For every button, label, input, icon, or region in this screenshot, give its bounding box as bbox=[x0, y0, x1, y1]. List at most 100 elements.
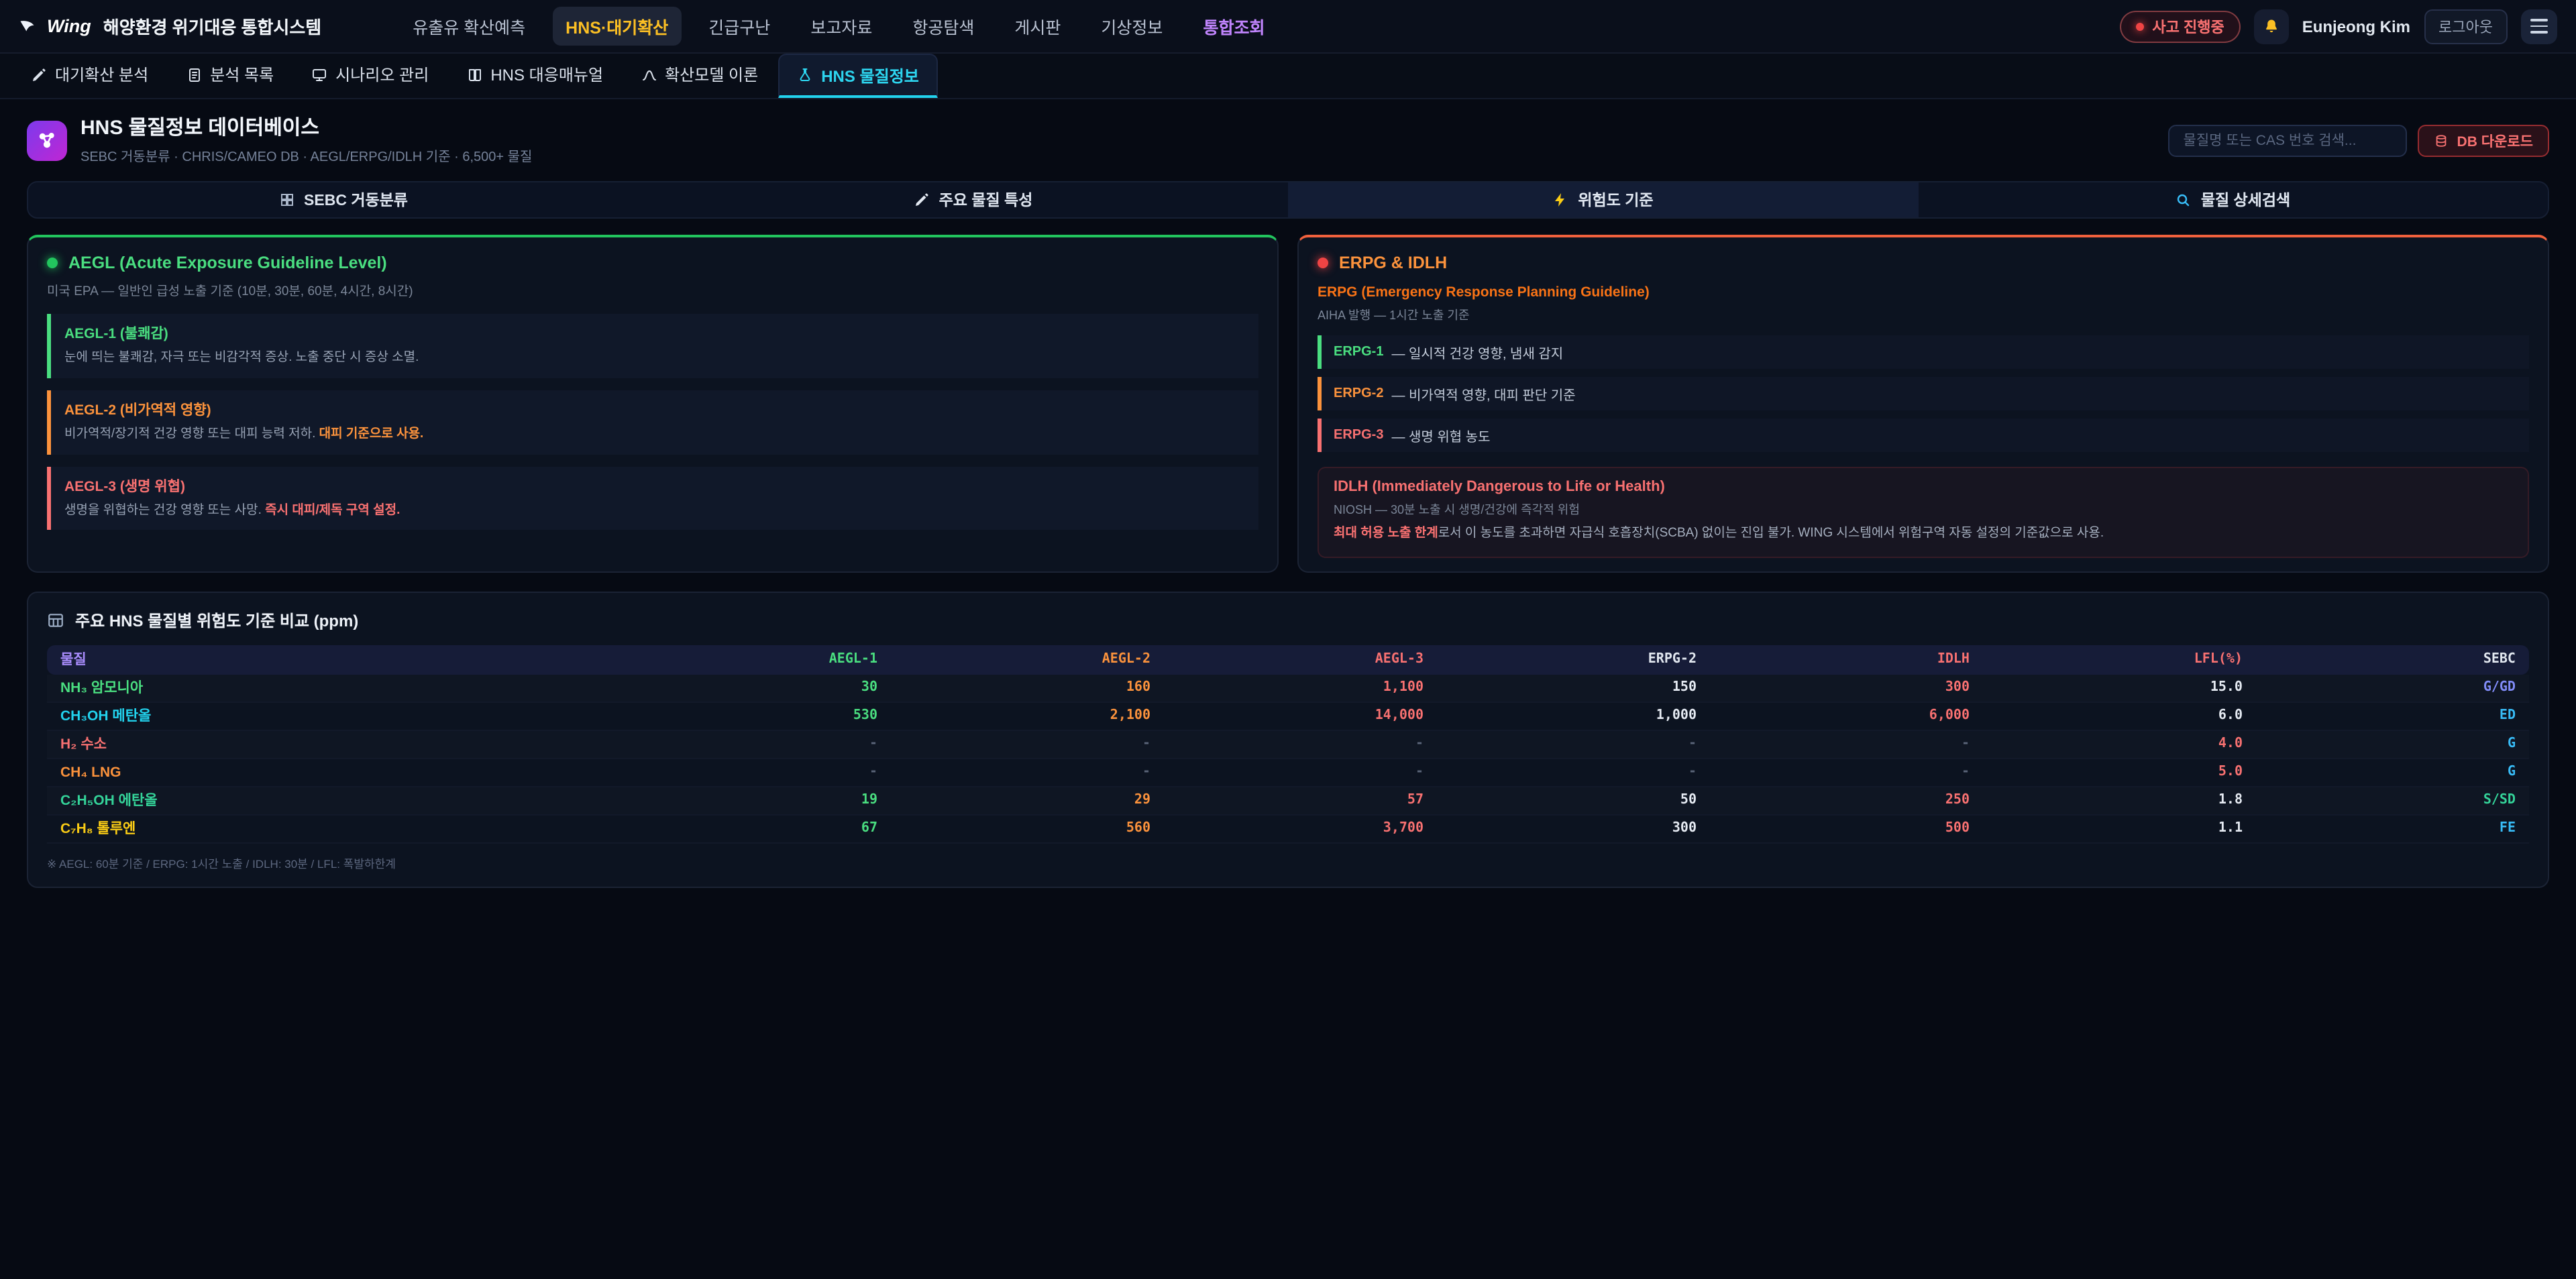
section-tab-properties[interactable]: 주요 물질 특성 bbox=[658, 182, 1288, 217]
table-row: C₇H₈ 톨루엔 67 560 3,700 300 500 1.1 FE bbox=[47, 815, 2529, 843]
db-download-button[interactable]: DB 다운로드 bbox=[2418, 125, 2549, 157]
aegl-level-name: AEGL-2 (비가역적 영향) bbox=[64, 400, 1245, 420]
section-tab-sebc[interactable]: SEBC 거동분류 bbox=[28, 182, 658, 217]
tab-analysis-list[interactable]: 분석 목록 bbox=[168, 54, 291, 98]
app-title: 해양환경 위기대응 통합시스템 bbox=[103, 13, 321, 39]
erpg-level-1-row: ERPG-1 — 일시적 건강 영향, 냄새 감지 bbox=[1318, 335, 2529, 369]
value-cell: 1.1 bbox=[1983, 821, 2256, 836]
value-cell: - bbox=[1710, 736, 1983, 751]
curve-icon bbox=[641, 66, 657, 82]
sub-navbar: 대기확산 분석 분석 목록 시나리오 관리 HNS 대응매뉴얼 확산모델 이론 … bbox=[0, 54, 2576, 99]
table-title-text: 주요 HNS 물질별 위험도 기준 비교 (ppm) bbox=[75, 608, 358, 631]
section-tab-label: 위험도 기준 bbox=[1578, 189, 1653, 211]
value-cell: 560 bbox=[891, 821, 1164, 836]
aegl-card: AEGL (Acute Exposure Guideline Level) 미국… bbox=[27, 235, 1279, 572]
section-tab-hazard-criteria[interactable]: 위험도 기준 bbox=[1288, 182, 1918, 217]
table-row: CH₃OH 메탄올 530 2,100 14,000 1,000 6,000 6… bbox=[47, 702, 2529, 730]
tab-hns-manual[interactable]: HNS 대응매뉴얼 bbox=[449, 54, 621, 98]
nav-item-rescue[interactable]: 긴급구난 bbox=[695, 7, 784, 46]
value-cell: 2,100 bbox=[891, 708, 1164, 723]
erpg-card-title: ERPG & IDLH bbox=[1318, 254, 2529, 272]
page-title: HNS 물질정보 데이터베이스 bbox=[80, 117, 532, 141]
molecule-icon bbox=[27, 121, 67, 161]
value-cell: 30 bbox=[618, 680, 891, 695]
section-tab-label: 주요 물질 특성 bbox=[939, 189, 1033, 211]
table-footnote: ※ AEGL: 60분 기준 / ERPG: 1시간 노출 / IDLH: 30… bbox=[47, 855, 2529, 871]
nav-item-reports[interactable]: 보고자료 bbox=[797, 7, 885, 46]
sebc-cell: FE bbox=[2256, 821, 2529, 836]
erpg-level-label: ERPG-3 bbox=[1334, 428, 1383, 443]
erpg-heading: ERPG (Emergency Response Planning Guidel… bbox=[1318, 284, 2529, 300]
flask-icon bbox=[797, 67, 813, 83]
nav-right-cluster: 사고 진행중 Eunjeong Kim 로그아웃 bbox=[2120, 9, 2557, 44]
nav-item-board[interactable]: 게시판 bbox=[1001, 7, 1074, 46]
table-body: NH₃ 암모니아 30 160 1,100 150 300 15.0 G/GD … bbox=[47, 674, 2529, 843]
logout-button[interactable]: 로그아웃 bbox=[2424, 9, 2508, 44]
table-header-cell: ERPG-2 bbox=[1437, 652, 1710, 667]
page-title-block: HNS 물질정보 데이터베이스 SEBC 거동분류 · CHRIS/CAMEO … bbox=[80, 117, 532, 165]
table-row: C₂H₅OH 에탄올 19 29 57 50 250 1.8 S/SD bbox=[47, 787, 2529, 815]
value-cell: 500 bbox=[1710, 821, 1983, 836]
erpg-level-desc: — 일시적 건강 영향, 냄새 감지 bbox=[1391, 342, 1563, 362]
nav-item-oil-spill[interactable]: 유출유 확산예측 bbox=[399, 7, 539, 46]
wing-logo-icon bbox=[19, 16, 39, 36]
sebc-cell: G bbox=[2256, 736, 2529, 751]
header-actions: DB 다운로드 bbox=[2169, 125, 2549, 157]
substance-cell: C₂H₅OH 에탄올 bbox=[47, 790, 618, 810]
value-cell: 300 bbox=[1710, 680, 1983, 695]
incident-status-label: 사고 진행중 bbox=[2152, 15, 2224, 37]
value-cell: 4.0 bbox=[1983, 736, 2256, 751]
erpg-level-label: ERPG-1 bbox=[1334, 345, 1383, 359]
nav-item-aerial-search[interactable]: 항공탐색 bbox=[899, 7, 987, 46]
aegl-level-2-block: AEGL-2 (비가역적 영향) 비가역적/장기적 건강 영향 또는 대피 능력… bbox=[47, 390, 1258, 455]
nav-item-hns-diffusion[interactable]: HNS·대기확산 bbox=[552, 7, 682, 46]
aegl-card-title: AEGL (Acute Exposure Guideline Level) bbox=[47, 254, 1258, 272]
substance-search-input[interactable] bbox=[2169, 125, 2408, 157]
value-cell: 67 bbox=[618, 821, 891, 836]
idlh-title: IDLH (Immediately Dangerous to Life or H… bbox=[1334, 479, 2513, 495]
table-header-cell: 물질 bbox=[47, 649, 618, 669]
value-cell: 19 bbox=[618, 793, 891, 808]
table-row: CH₄ LNG - - - - - 5.0 G bbox=[47, 759, 2529, 787]
section-tab-detail-search[interactable]: 물질 상세검색 bbox=[1918, 182, 2548, 217]
aegl-level-name: AEGL-3 (생명 위협) bbox=[64, 476, 1245, 496]
book-icon bbox=[466, 66, 482, 82]
notification-button[interactable] bbox=[2254, 9, 2289, 44]
nav-item-integrated-search[interactable]: 통합조회 bbox=[1189, 7, 1278, 46]
tab-hns-substance-info[interactable]: HNS 물질정보 bbox=[778, 54, 938, 98]
value-cell: - bbox=[1164, 765, 1437, 779]
aegl-level-desc: 비가역적/장기적 건강 영향 또는 대피 능력 저하. 대피 기준으로 사용. bbox=[64, 425, 1245, 444]
db-download-label: DB 다운로드 bbox=[2457, 131, 2533, 151]
value-cell: 1,100 bbox=[1164, 680, 1437, 695]
value-cell: 150 bbox=[1437, 680, 1710, 695]
tab-diffusion-analysis[interactable]: 대기확산 분석 bbox=[13, 54, 166, 98]
nav-item-weather[interactable]: 기상정보 bbox=[1087, 7, 1176, 46]
value-cell: - bbox=[618, 736, 891, 751]
aegl-level-desc: 생명을 위협하는 건강 영향 또는 사망. 즉시 대피/제독 구역 설정. bbox=[64, 501, 1245, 520]
search-box bbox=[2169, 125, 2408, 157]
value-cell: - bbox=[891, 765, 1164, 779]
red-dot-icon bbox=[1318, 258, 1328, 268]
menu-button[interactable] bbox=[2521, 9, 2557, 44]
value-cell: 29 bbox=[891, 793, 1164, 808]
bell-icon bbox=[2262, 17, 2281, 36]
app-root: Wing 해양환경 위기대응 통합시스템 유출유 확산예측 HNS·대기확산 긴… bbox=[0, 0, 2576, 1279]
table-header-cell: IDLH bbox=[1710, 652, 1983, 667]
value-cell: - bbox=[1437, 765, 1710, 779]
tab-diffusion-model-theory[interactable]: 확산모델 이론 bbox=[623, 54, 775, 98]
aegl-level-desc: 눈에 띄는 불쾌감, 자극 또는 비감각적 증상. 노출 중단 시 증상 소멸. bbox=[64, 349, 1245, 368]
table-header-cell: SEBC bbox=[2256, 652, 2529, 667]
idlh-description: 최대 허용 노출 한계로서 이 농도를 초과하면 자급식 호흡장치(SCBA) … bbox=[1334, 524, 2513, 544]
value-cell: 300 bbox=[1437, 821, 1710, 836]
erpg-subheading: AIHA 발행 — 1시간 노출 기준 bbox=[1318, 306, 2529, 323]
pencil-icon bbox=[914, 192, 930, 208]
substance-cell: CH₃OH 메탄올 bbox=[47, 706, 618, 726]
search-icon bbox=[2176, 192, 2192, 208]
main-nav: 유출유 확산예측 HNS·대기확산 긴급구난 보고자료 항공탐색 게시판 기상정… bbox=[399, 7, 1278, 46]
incident-dot-icon bbox=[2136, 22, 2144, 30]
table-header-cell: AEGL-3 bbox=[1164, 652, 1437, 667]
hazard-table-card: 주요 HNS 물질별 위험도 기준 비교 (ppm) 물질 AEGL-1 AEG… bbox=[27, 591, 2549, 887]
incident-status-badge[interactable]: 사고 진행중 bbox=[2120, 10, 2240, 42]
tab-scenario-management[interactable]: 시나리오 관리 bbox=[294, 54, 446, 98]
erpg-title-text: ERPG & IDLH bbox=[1339, 254, 1447, 272]
